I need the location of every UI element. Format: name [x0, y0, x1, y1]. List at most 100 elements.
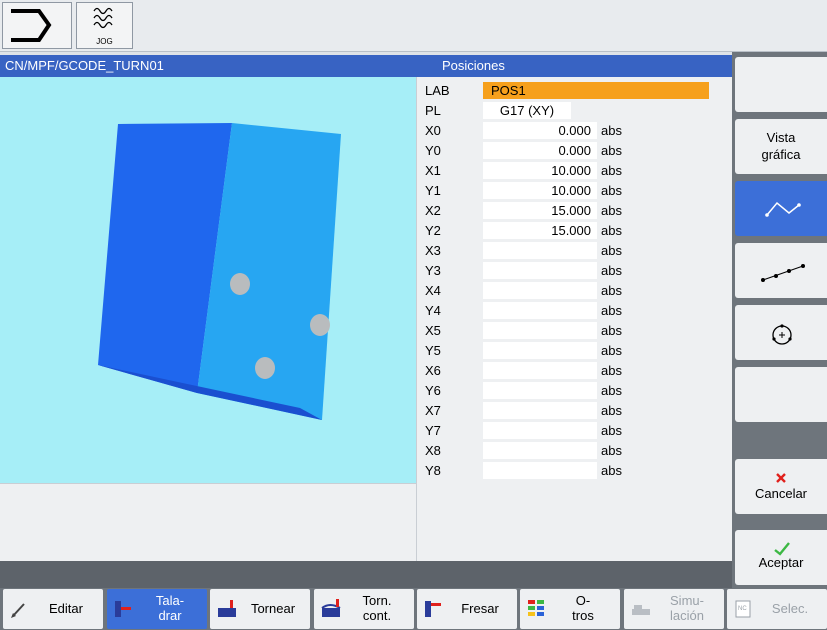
param-row-x4: X4 abs [417, 281, 733, 300]
section-title: Posiciones [442, 58, 505, 73]
param-row-x2: X2 15.000 abs [417, 201, 733, 220]
param-unit: abs [601, 143, 622, 158]
param-row-y8: Y8 abs [417, 461, 733, 480]
param-unit: abs [601, 403, 622, 418]
jog-mode-button[interactable]: JOG [76, 2, 133, 49]
param-row-x5: X5 abs [417, 321, 733, 340]
pencil-icon [11, 603, 25, 618]
softkey-label-line2: lación [670, 608, 704, 623]
status-strip [0, 561, 732, 588]
circle-points-button[interactable] [735, 305, 827, 360]
softkey-label-line1: Tornear [250, 601, 296, 616]
param-input-y2[interactable]: 15.000 [483, 222, 597, 239]
simulation-icon [632, 605, 650, 615]
softkey-torncont[interactable]: Torn. cont. [314, 589, 414, 629]
param-unit: abs [601, 243, 622, 258]
param-row-y7: Y7 abs [417, 421, 733, 440]
param-unit: abs [601, 183, 622, 198]
param-row-y3: Y3 abs [417, 261, 733, 280]
jog-wave-icon [93, 7, 113, 29]
param-input-x7[interactable] [483, 402, 597, 419]
param-label: X1 [425, 163, 441, 178]
param-label: LAB [425, 83, 450, 98]
softkey-label-line2: tros [572, 608, 594, 623]
softkey-simulación[interactable]: Simu-lación [624, 589, 724, 629]
softkey-label-line1: Editar [49, 601, 83, 616]
param-row-y0: Y0 0.000 abs [417, 141, 733, 160]
softkey-editar[interactable]: Editar [3, 589, 103, 629]
vsk-empty-2[interactable] [735, 367, 827, 422]
arrow-right-icon [11, 9, 52, 42]
param-input-y3[interactable] [483, 262, 597, 279]
circle-points-icon [772, 324, 792, 345]
hole-3 [255, 357, 275, 379]
param-input-y8[interactable] [483, 462, 597, 479]
softkey-label-line1: Simu- [670, 593, 704, 608]
param-input-x1[interactable]: 10.000 [483, 162, 597, 179]
softkey-fresar[interactable]: Fresar [417, 589, 517, 629]
param-row-x6: X6 abs [417, 361, 733, 380]
softkey-tornear[interactable]: Tornear [210, 589, 310, 629]
param-input-x5[interactable] [483, 322, 597, 339]
polyline-button[interactable] [735, 181, 827, 236]
svg-text:NC: NC [738, 606, 747, 612]
accept-label: Aceptar [758, 555, 804, 570]
machine-area-button[interactable] [2, 2, 72, 49]
param-unit: abs [601, 123, 622, 138]
param-row-x3: X3 abs [417, 241, 733, 260]
workpiece-3d-view [98, 123, 341, 420]
param-input-x6[interactable] [483, 362, 597, 379]
param-row-pl: PL G17 (XY) [417, 101, 733, 120]
param-unit: abs [601, 263, 622, 278]
param-label: X5 [425, 323, 441, 338]
param-input-x2[interactable]: 15.000 [483, 202, 597, 219]
param-label: Y7 [425, 423, 441, 438]
param-input-x3[interactable] [483, 242, 597, 259]
param-unit: abs [601, 463, 622, 478]
param-input-y7[interactable] [483, 422, 597, 439]
param-input-x0[interactable]: 0.000 [483, 122, 597, 139]
param-input-y0[interactable]: 0.000 [483, 142, 597, 159]
param-label: Y1 [425, 183, 441, 198]
softkey-taladrar[interactable]: Tala-drar [107, 589, 207, 629]
softkey-label-line1: Fresar [461, 601, 499, 616]
param-input-pl[interactable]: G17 (XY) [483, 102, 571, 119]
param-input-y5[interactable] [483, 342, 597, 359]
param-input-y4[interactable] [483, 302, 597, 319]
softkey-selec[interactable]: NC Selec. [727, 589, 827, 629]
vista-label: Vista [766, 130, 796, 145]
line-points-button[interactable] [735, 243, 827, 298]
param-label: X6 [425, 363, 441, 378]
param-label: Y0 [425, 143, 441, 158]
vsk-empty-1[interactable] [735, 57, 827, 112]
softkey-label-line1: Selec. [771, 601, 809, 616]
line-points-icon [761, 264, 805, 282]
param-row-lab: LAB POS1 [417, 81, 733, 100]
param-input-y1[interactable]: 10.000 [483, 182, 597, 199]
param-row-y2: Y2 15.000 abs [417, 221, 733, 240]
param-row-y1: Y1 10.000 abs [417, 181, 733, 200]
parameter-panel: LAB POS1 PL G17 (XY) X0 0.000 abs Y0 0.000 abs X1 1… [416, 77, 732, 561]
softkey-otros[interactable]: O-tros [520, 589, 620, 629]
param-input-x4[interactable] [483, 282, 597, 299]
param-input-lab[interactable]: POS1 [483, 82, 709, 99]
param-unit: abs [601, 343, 622, 358]
graphic-footer [0, 483, 416, 561]
param-input-y6[interactable] [483, 382, 597, 399]
top-bar: JOG [0, 0, 827, 52]
param-input-x8[interactable] [483, 442, 597, 459]
vista-grafica-button[interactable]: Vista gráfica [735, 119, 827, 174]
param-row-x8: X8 abs [417, 441, 733, 460]
param-label: X8 [425, 443, 441, 458]
param-label: Y3 [425, 263, 441, 278]
accept-button[interactable]: Aceptar [735, 530, 827, 585]
program-path: CN/MPF/GCODE_TURN01 [5, 58, 164, 73]
cancel-button[interactable]: Cancelar [735, 459, 827, 514]
contour-turning-icon [321, 599, 341, 617]
param-row-x0: X0 0.000 abs [417, 121, 733, 140]
param-label: X2 [425, 203, 441, 218]
param-unit: abs [601, 443, 622, 458]
param-row-y6: Y6 abs [417, 381, 733, 400]
param-label: X7 [425, 403, 441, 418]
param-unit: abs [601, 223, 622, 238]
